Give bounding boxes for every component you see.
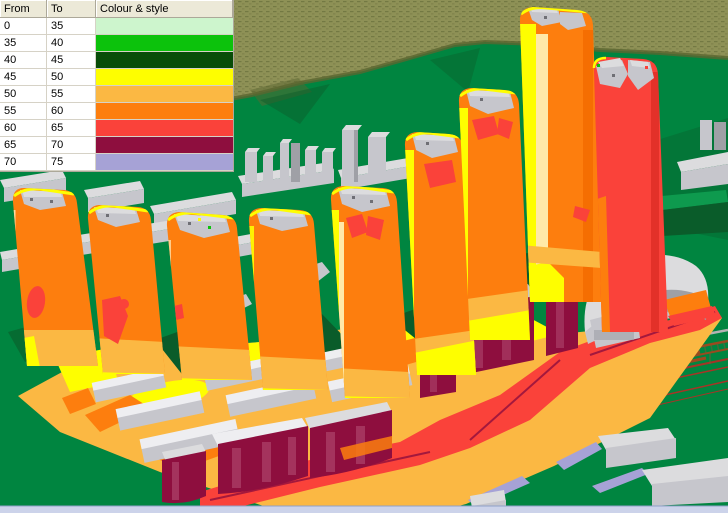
legend-color-swatch [96,18,233,34]
legend-rows: 03535404045455050555560606565707075 [0,18,233,171]
app-window: From To Colour & style 03535404045455050… [0,0,728,513]
legend-to-value: 40 [47,35,96,52]
legend-color-swatch [96,69,233,85]
legend-color-swatch [96,52,233,68]
legend-from-value: 70 [0,154,47,171]
legend-color-swatch [96,120,233,136]
legend-from-value: 35 [0,35,47,52]
legend-header: From To Colour & style [0,0,233,18]
legend-from-value: 50 [0,86,47,103]
legend-to-value: 70 [47,137,96,154]
legend-col-from[interactable]: From [0,0,47,18]
legend-to-value: 75 [47,154,96,171]
legend-to-value: 45 [47,52,96,69]
legend-from-value: 60 [0,120,47,137]
maroon-building-row-1 [162,444,206,503]
legend-color-swatch [96,154,233,170]
legend-color-swatch [96,137,233,153]
legend-row[interactable]: 4550 [0,69,233,86]
legend-panel[interactable]: From To Colour & style 03535404045455050… [0,0,234,172]
legend-from-value: 0 [0,18,47,35]
legend-from-value: 40 [0,52,47,69]
legend-row[interactable]: 6065 [0,120,233,137]
legend-from-value: 55 [0,103,47,120]
legend-row[interactable]: 3540 [0,35,233,52]
legend-to-value: 55 [47,86,96,103]
legend-color-swatch [96,103,233,119]
legend-from-value: 65 [0,137,47,154]
legend-row[interactable]: 7075 [0,154,233,171]
tower-8 [520,7,602,304]
legend-from-value: 45 [0,69,47,86]
legend-color-swatch [96,86,233,102]
legend-row[interactable]: 5055 [0,86,233,103]
window-bottom-strip [0,506,728,513]
legend-row[interactable]: 6570 [0,137,233,154]
legend-to-value: 35 [47,18,96,35]
legend-col-to[interactable]: To [47,0,96,18]
legend-col-colour-style[interactable]: Colour & style [96,0,233,18]
legend-to-value: 60 [47,103,96,120]
legend-row[interactable]: 5560 [0,103,233,120]
legend-to-value: 50 [47,69,96,86]
legend-row[interactable]: 035 [0,18,233,35]
legend-to-value: 65 [47,120,96,137]
legend-row[interactable]: 4045 [0,52,233,69]
legend-color-swatch [96,35,233,51]
